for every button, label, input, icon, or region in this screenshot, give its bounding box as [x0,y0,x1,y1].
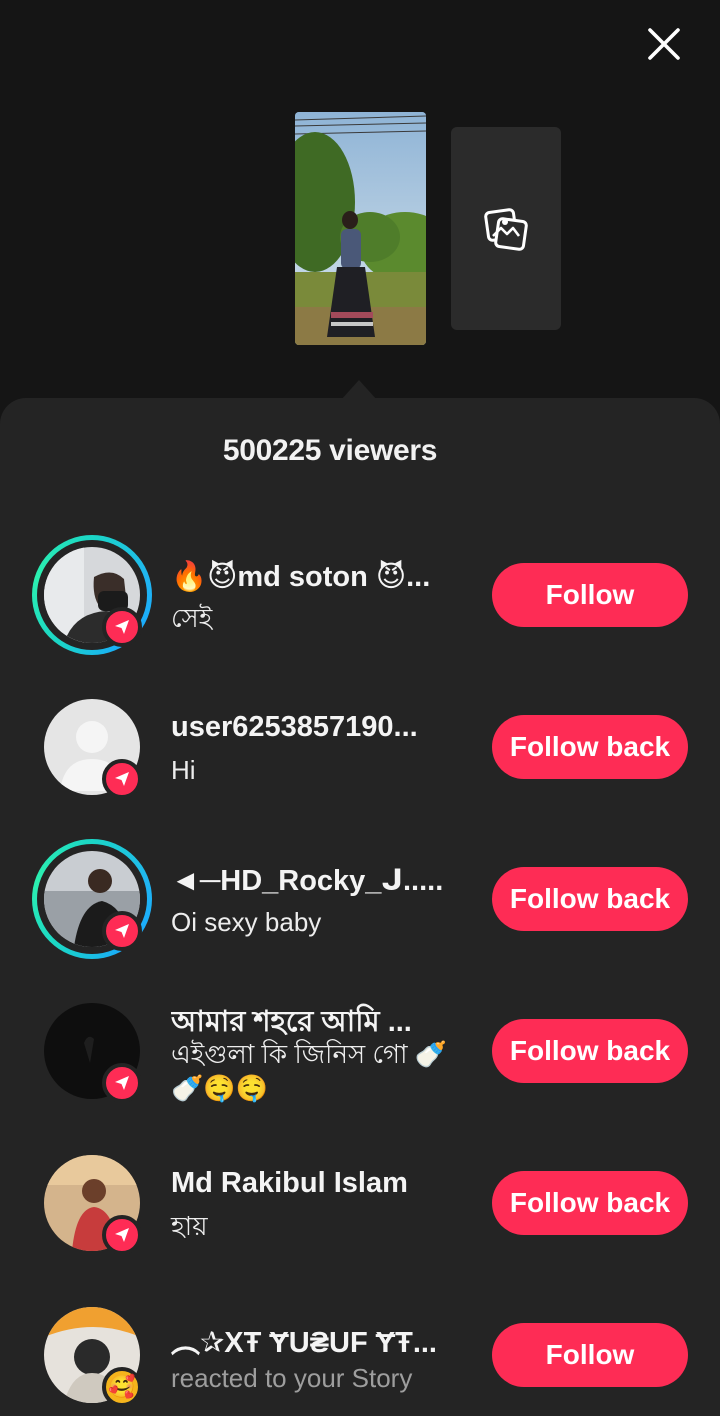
viewer-name[interactable]: Md Rakibul Islam [171,1167,471,1200]
avatar-container[interactable] [32,535,152,655]
viewer-message: Hi [171,755,196,785]
viewer-row[interactable]: user6253857190... Hi Follow back [0,677,720,817]
viewers-count-title: 500225 viewers [222,434,438,467]
viewer-row[interactable]: 🔥😈md soton 😈... সেই Follow [0,525,720,665]
viewer-name[interactable]: user6253857190... [171,711,471,744]
story-viewers-screen: 500225 viewers 🔥😈md soton 😈... সেই Follo… [0,0,720,1416]
viewer-name[interactable]: 🔥😈md soton 😈... [171,559,471,594]
close-button[interactable] [640,20,688,68]
viewer-message: reacted to your Story [171,1363,413,1393]
viewer-row[interactable]: ◄─HD_Rocky_ᒍ..... Oi sexy baby Follow ba… [0,829,720,969]
sheet-pointer [341,380,377,400]
follow-button[interactable]: Follow [492,1323,688,1387]
follow-back-button[interactable]: Follow back [492,715,688,779]
send-icon [115,924,129,938]
viewer-name[interactable]: ︵✰XŦ ɎU₴UF ɎŦ... [171,1319,471,1361]
viewer-name[interactable]: ◄─HD_Rocky_ᒍ..... [171,863,471,898]
viewer-row[interactable]: Md Rakibul Islam হায় Follow back [0,1133,720,1273]
send-badge [102,607,142,647]
reaction-badge: 🥰 [102,1367,142,1407]
add-from-gallery-button[interactable] [451,127,561,330]
story-thumbnail[interactable] [295,112,426,345]
send-badge [102,1215,142,1255]
close-icon [648,28,680,60]
follow-back-button[interactable]: Follow back [492,867,688,931]
avatar-container[interactable]: 🥰 [32,1295,152,1415]
story-photo [295,112,426,345]
viewer-row[interactable]: আমার শহরে আমি ... এইগুলা কি জিনিস গো 🍼🍼🤤… [0,981,720,1121]
viewer-message: Oi sexy baby [171,907,322,937]
follow-back-button[interactable]: Follow back [492,1171,688,1235]
viewer-message: সেই [171,603,213,633]
send-badge [102,911,142,951]
send-badge [102,1063,142,1103]
follow-back-button[interactable]: Follow back [492,1019,688,1083]
viewer-row[interactable]: 🥰 ︵✰XŦ ɎU₴UF ɎŦ... reacted to your Story… [0,1285,720,1416]
send-icon [115,1228,129,1242]
heart-eyes-emoji-icon: 🥰 [108,1374,136,1399]
avatar-container[interactable] [32,991,152,1111]
send-icon [115,620,129,634]
avatar-container[interactable] [32,687,152,807]
viewer-message: হায় [171,1211,208,1241]
follow-button[interactable]: Follow [492,563,688,627]
send-badge [102,759,142,799]
send-icon [115,1076,129,1090]
avatar-container[interactable] [32,1143,152,1263]
viewer-message: এইগুলা কি জিনিস গো 🍼🍼🤤🤤 [171,1039,448,1103]
send-icon [115,772,129,786]
avatar-container[interactable] [32,839,152,959]
photos-icon [484,207,528,251]
